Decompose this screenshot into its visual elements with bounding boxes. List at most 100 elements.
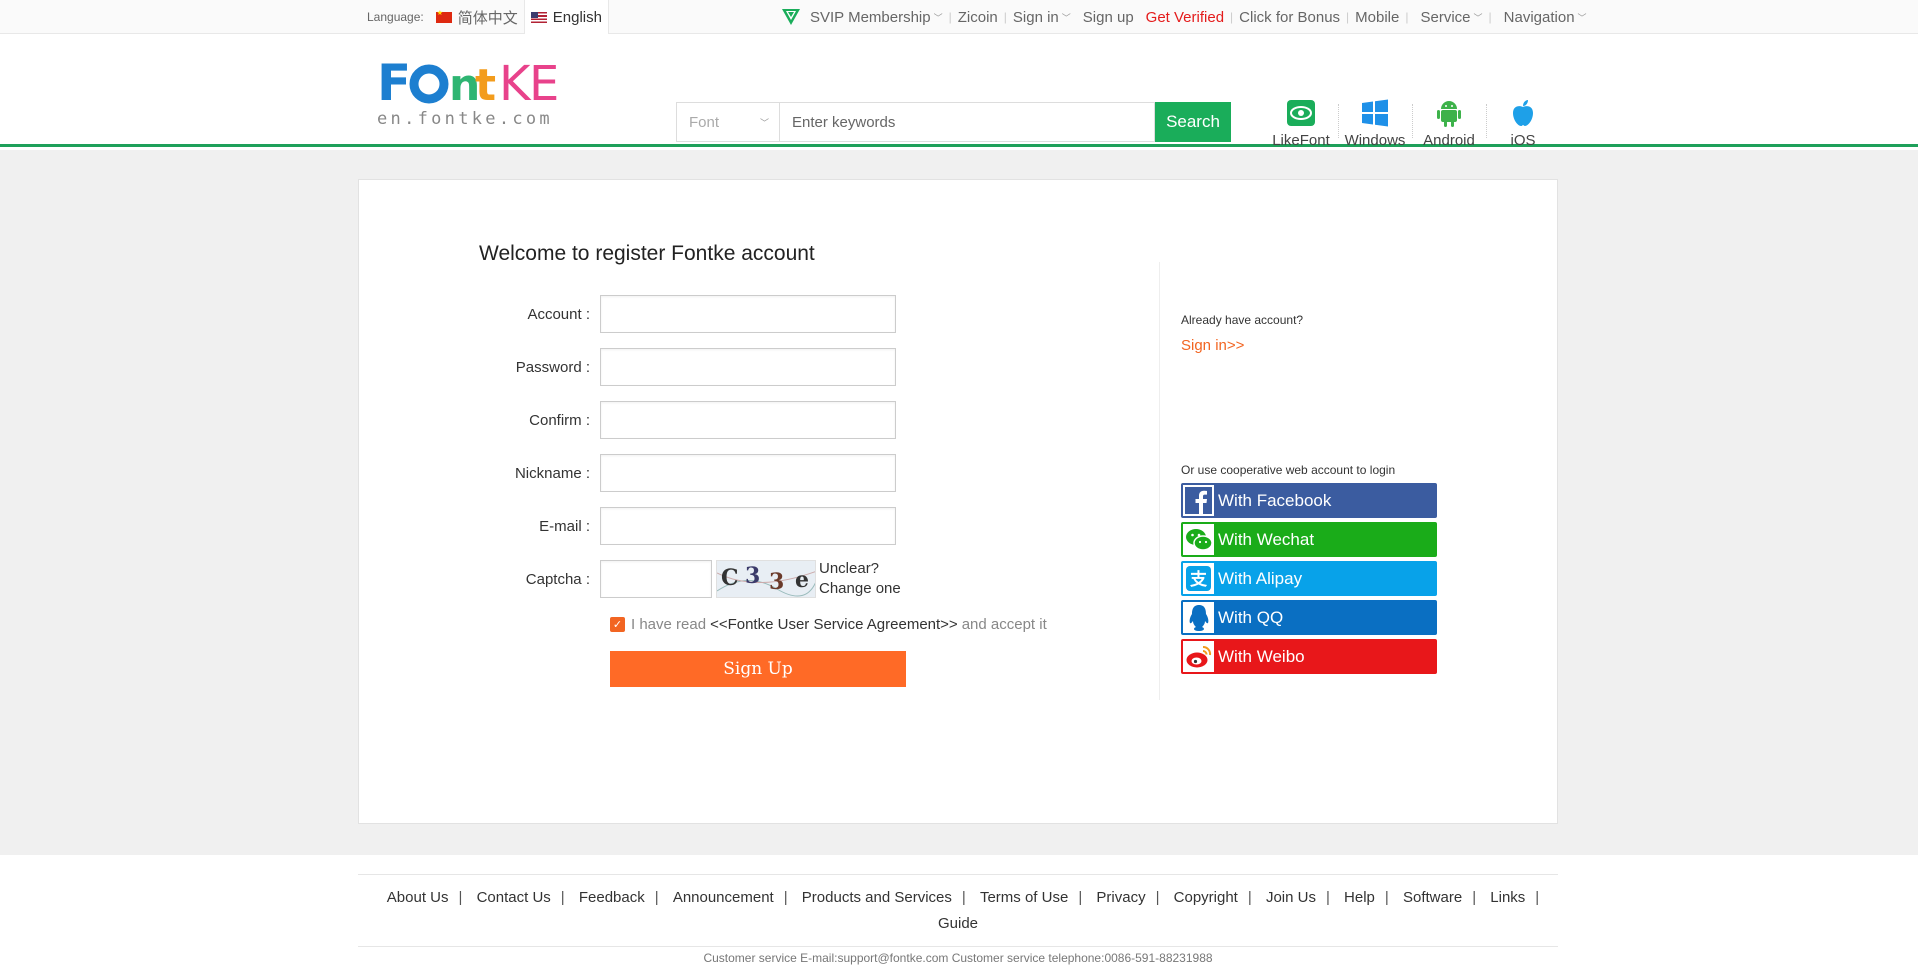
usa-flag-icon <box>530 11 547 23</box>
page-title: Welcome to register Fontke account <box>479 242 815 265</box>
chevron-down-icon: ﹀ <box>933 12 943 23</box>
footer-separator: | <box>1325 889 1330 906</box>
social-button-label: With Weibo <box>1218 646 1305 666</box>
android-icon <box>1436 98 1462 128</box>
signin-menu[interactable]: Sign in ﹀ <box>1007 9 1077 26</box>
language-option-label: 简体中文 <box>457 9 518 27</box>
wechat-icon <box>1183 524 1214 555</box>
register-panel: Welcome to register Fontke account Accou… <box>358 179 1558 824</box>
captcha-char: 3 <box>769 569 785 595</box>
service-menu[interactable]: Service ﹀ <box>1414 9 1488 26</box>
navigation-menu[interactable]: Navigation ﹀ <box>1498 9 1593 26</box>
captcha-char: e <box>795 567 809 593</box>
service-label: Service <box>1420 8 1471 26</box>
search-input[interactable] <box>779 102 1155 142</box>
email-row: E-mail : <box>479 507 919 545</box>
app-label: iOS <box>1510 132 1536 149</box>
wechat-login-button[interactable]: With Wechat <box>1181 522 1437 557</box>
signup-button[interactable]: Sign Up <box>610 651 906 687</box>
footer: About Us | Contact Us | Feedback | Announce… <box>0 855 1918 965</box>
search-type-value: Font <box>689 113 720 131</box>
footer-link-join[interactable]: Join Us <box>1266 889 1316 906</box>
footer-link-help[interactable]: Help <box>1344 889 1375 906</box>
search-button[interactable]: Search <box>1155 102 1231 142</box>
email-field[interactable] <box>600 507 896 545</box>
captcha-row: Captcha : C 3 3 e Unclear? Change one <box>479 560 1039 598</box>
cooperative-login-text: Or use cooperative web account to login <box>1181 463 1396 477</box>
svg-text:支: 支 <box>1190 569 1208 590</box>
captcha-label: Captcha : <box>525 570 590 588</box>
android-app-link[interactable]: Android <box>1412 98 1486 149</box>
get-verified-link[interactable]: Get Verified <box>1140 9 1230 26</box>
nickname-label: Nickname : <box>514 464 590 482</box>
agreement-link[interactable]: <<Fontke User Service Agreement>> <box>710 616 958 633</box>
qq-login-button[interactable]: With QQ <box>1181 600 1437 635</box>
password-row: Password : <box>479 348 919 386</box>
language-option-english[interactable]: English <box>523 0 609 34</box>
search-bar: Font ﹀ Search <box>676 102 1231 142</box>
footer-separator: | <box>1078 889 1083 906</box>
language-option-chinese[interactable]: 简体中文 <box>430 0 524 34</box>
footer-separator: | <box>1472 889 1477 906</box>
footer-link-privacy[interactable]: Privacy <box>1096 889 1145 906</box>
footer-separator: | <box>961 889 966 906</box>
footer-link-links[interactable]: Links <box>1490 889 1525 906</box>
social-button-label: With Wechat <box>1218 529 1315 549</box>
signin-link[interactable]: Sign in>> <box>1181 337 1244 354</box>
signup-link[interactable]: Sign up <box>1077 9 1140 26</box>
nickname-row: Nickname : <box>479 454 919 492</box>
email-label: E-mail : <box>539 517 590 535</box>
language-label: Language: <box>367 10 424 24</box>
captcha-image[interactable]: C 3 3 e <box>716 560 816 598</box>
footer-link-guide[interactable]: Guide <box>938 915 978 932</box>
bonus-link[interactable]: Click for Bonus <box>1233 9 1346 26</box>
svg-text:E: E <box>529 56 559 112</box>
app-downloads: LikeFont Windows Android iOS <box>1264 98 1560 149</box>
account-label: Account : <box>527 305 590 323</box>
footer-link-copyright[interactable]: Copyright <box>1174 889 1238 906</box>
ios-app-link[interactable]: iOS <box>1486 98 1560 149</box>
windows-app-link[interactable]: Windows <box>1338 98 1412 149</box>
confirm-password-field[interactable] <box>600 401 896 439</box>
mobile-link[interactable]: Mobile <box>1349 9 1405 26</box>
change-captcha-link[interactable]: Unclear? Change one <box>819 559 901 599</box>
footer-link-about[interactable]: About Us <box>387 889 449 906</box>
search-type-select[interactable]: Font ﹀ <box>676 102 779 142</box>
captcha-field[interactable] <box>600 560 712 598</box>
footer-link-terms[interactable]: Terms of Use <box>980 889 1068 906</box>
facebook-icon <box>1183 485 1214 516</box>
likefont-app-link[interactable]: LikeFont <box>1264 98 1338 149</box>
alipay-login-button[interactable]: 支 With Alipay <box>1181 561 1437 596</box>
account-field[interactable] <box>600 295 896 333</box>
app-label: Windows <box>1344 132 1406 149</box>
weibo-login-button[interactable]: With Weibo <box>1181 639 1437 674</box>
captcha-char: C <box>721 565 739 591</box>
fontke-logo[interactable]: F n t K E en.fontke.com <box>377 54 562 129</box>
agree-checkbox[interactable]: ✓ <box>610 617 625 632</box>
apple-icon <box>1511 98 1535 128</box>
footer-link-products[interactable]: Products and Services <box>802 889 952 906</box>
footer-separator: | <box>1535 889 1540 906</box>
footer-link-software[interactable]: Software <box>1403 889 1462 906</box>
nickname-field[interactable] <box>600 454 896 492</box>
footer-separator: | <box>458 889 463 906</box>
social-button-label: With QQ <box>1218 607 1284 627</box>
zicoin-link[interactable]: Zicoin <box>952 9 1004 26</box>
svip-membership-link[interactable]: SVIP Membership ﹀ <box>774 8 949 26</box>
language-option-label: English <box>552 8 602 26</box>
likefont-icon <box>1286 98 1316 128</box>
password-field[interactable] <box>600 348 896 386</box>
captcha-help-line: Unclear? <box>819 560 880 577</box>
chevron-down-icon: ﹀ <box>1577 12 1587 23</box>
footer-link-contact[interactable]: Contact Us <box>477 889 551 906</box>
svg-text:K: K <box>499 56 532 112</box>
windows-icon <box>1361 98 1389 128</box>
footer-link-announcement[interactable]: Announcement <box>673 889 774 906</box>
footer-link-feedback[interactable]: Feedback <box>579 889 645 906</box>
footer-divider <box>358 874 1558 875</box>
captcha-help-line: Change one <box>819 580 901 597</box>
chevron-down-icon: ﹀ <box>1061 12 1071 23</box>
navigation-label: Navigation <box>1503 8 1575 26</box>
app-label: LikeFont <box>1272 132 1330 149</box>
facebook-login-button[interactable]: With Facebook <box>1181 483 1437 518</box>
